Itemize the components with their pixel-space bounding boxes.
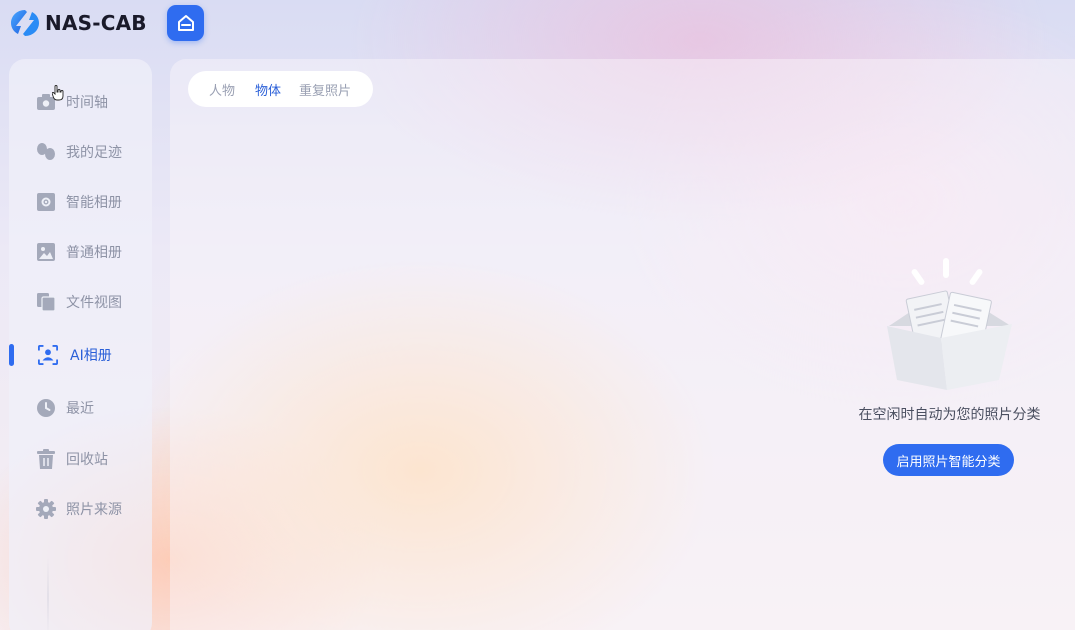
trash-icon [36, 449, 56, 469]
app-name: NAS-CAB [45, 11, 147, 35]
files-icon [36, 292, 56, 312]
smart-album-icon [36, 192, 56, 212]
sidebar-item-label: 我的足迹 [66, 145, 122, 161]
person-scan-icon [38, 345, 58, 365]
sidebar-item-file-view[interactable]: 文件视图 [9, 287, 152, 317]
sidebar-item-label: 文件视图 [66, 295, 122, 311]
home-button[interactable] [167, 5, 204, 41]
sidebar-item-photo-source[interactable]: 照片来源 [9, 494, 152, 524]
sidebar-item-smart-album[interactable]: 智能相册 [9, 187, 152, 217]
sidebar-item-ai-album[interactable]: AI相册 [9, 340, 152, 370]
sidebar-item-label: 普通相册 [66, 245, 122, 261]
logo-icon [11, 10, 39, 36]
sidebar-item-label: AI相册 [70, 348, 112, 364]
sidebar-item-label: 回收站 [66, 452, 108, 468]
tab-objects[interactable]: 物体 [255, 80, 281, 99]
tab-duplicate-photos[interactable]: 重复照片 [299, 80, 351, 99]
gear-icon [36, 499, 56, 519]
app-header: NAS-CAB [0, 0, 1075, 46]
footprints-icon [36, 142, 56, 162]
sidebar-item-label: 照片来源 [66, 502, 122, 518]
sidebar-item-timeline[interactable]: 时间轴 [9, 87, 152, 117]
empty-state-message: 在空闲时自动为您的照片分类 [858, 407, 1041, 423]
sidebar-item-normal-album[interactable]: 普通相册 [9, 237, 152, 267]
enable-smart-classification-button[interactable]: 启用照片智能分类 [883, 444, 1014, 476]
sidebar-item-label: 最近 [66, 401, 94, 417]
app-logo[interactable]: NAS-CAB [9, 8, 147, 38]
image-icon [36, 242, 56, 262]
tab-people[interactable]: 人物 [209, 80, 235, 99]
sidebar-item-recycle-bin[interactable]: 回收站 [9, 444, 152, 474]
hand-cursor-icon [52, 85, 64, 101]
sidebar-decoration [47, 557, 49, 630]
sidebar-item-footprints[interactable]: 我的足迹 [9, 137, 152, 167]
open-box-documents-illustration [887, 258, 1012, 390]
clock-icon [36, 398, 56, 418]
sidebar-item-label: 智能相册 [66, 195, 122, 211]
home-icon [177, 15, 194, 31]
sidebar-item-label: 时间轴 [66, 95, 108, 111]
sidebar: 时间轴 我的足迹 智能相册 普通相册 文件视图 AI相册 最近 回收站 照片来源 [9, 59, 152, 630]
sidebar-item-recent[interactable]: 最近 [9, 393, 152, 423]
tab-bar: 人物 物体 重复照片 [188, 71, 373, 107]
